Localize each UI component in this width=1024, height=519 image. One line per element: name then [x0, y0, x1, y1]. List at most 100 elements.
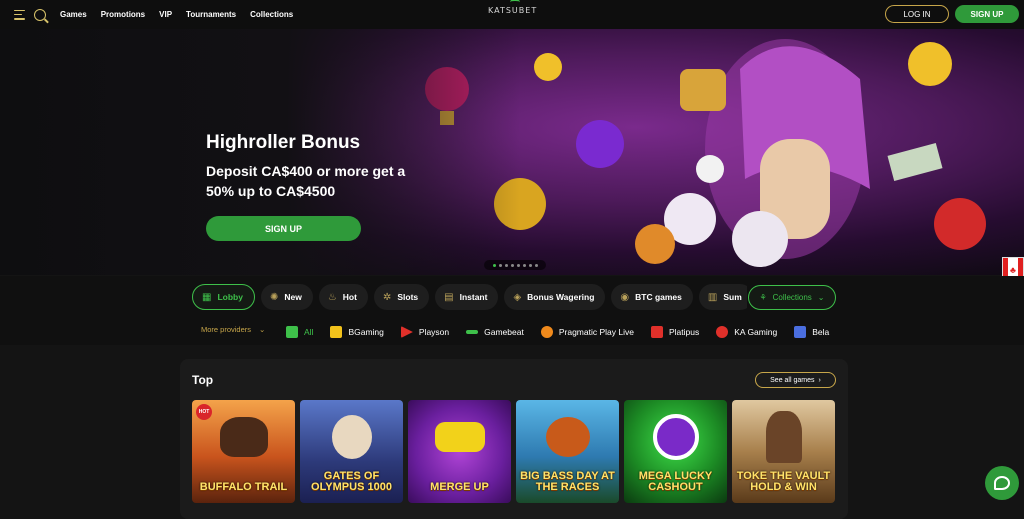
hero-subtitle: Deposit CA$400 or more get a 50% up to C…: [206, 163, 406, 199]
nav-tournaments[interactable]: Tournaments: [186, 10, 236, 19]
slider-dot[interactable]: [492, 263, 496, 267]
tab-label: Instant: [459, 292, 488, 302]
more-providers-label: More providers: [201, 325, 252, 334]
tab-label: Bonus Wagering: [527, 292, 595, 302]
provider-all[interactable]: All: [286, 326, 313, 338]
gamebeat-logo-icon: [466, 330, 479, 334]
tab-label: BTC games: [635, 292, 682, 302]
see-all-games-button[interactable]: See all games ›: [755, 372, 836, 388]
hero-banner[interactable]: Highroller Bonus Deposit CA$400 or more …: [0, 29, 1024, 275]
game-card[interactable]: HOT BUFFALO TRAIL: [192, 400, 295, 503]
game-title: BUFFALO TRAIL: [199, 481, 288, 493]
collections-dropdown[interactable]: ⚘ Collections ⌄: [748, 285, 836, 310]
tab-hot[interactable]: ♨ Hot: [318, 284, 368, 310]
tab-instant[interactable]: ▤ Instant: [435, 284, 499, 310]
provider-label: Bela: [812, 327, 830, 337]
see-all-label: See all games: [770, 376, 815, 384]
slider-dot[interactable]: [504, 263, 508, 267]
nav-games[interactable]: Games: [60, 10, 87, 19]
more-providers-dropdown[interactable]: More providers ⌄: [201, 325, 265, 334]
main-nav: Games Promotions VIP Tournaments Collect…: [60, 10, 293, 19]
category-bar: ▦ Lobby ✺ New ♨ Hot ✲ Slots ▤ Instant ◈ Bonus …: [0, 276, 1024, 320]
flame-icon: ♨: [327, 291, 337, 303]
provider-label: Pragmatic Play Live: [558, 327, 634, 337]
menu-icon[interactable]: [14, 9, 25, 20]
tab-btc-games[interactable]: ◉ BTC games: [611, 284, 693, 310]
collections-label: Collections: [772, 293, 812, 302]
tab-new[interactable]: ✺ New: [260, 284, 313, 310]
nav-promotions[interactable]: Promotions: [101, 10, 145, 19]
tab-label: Slots: [397, 292, 419, 302]
nav-vip[interactable]: VIP: [159, 10, 172, 19]
game-title: MEGA LUCKY CASHOUT: [638, 470, 713, 493]
chat-icon[interactable]: [985, 466, 1019, 500]
bela-logo-icon: [794, 326, 807, 338]
game-card[interactable]: MEGA LUCKY CASHOUT: [624, 400, 727, 503]
game-title: BIG BASS DAY AT THE RACES: [520, 470, 615, 493]
tab-lobby[interactable]: ▦ Lobby: [192, 284, 255, 310]
provider-pragmatic-play-live[interactable]: Pragmatic Play Live: [540, 326, 634, 338]
tab-label: Hot: [342, 292, 357, 302]
slider-dot[interactable]: [528, 263, 532, 267]
site-logo[interactable]: KATSUBET: [488, 0, 537, 15]
provider-bar: More providers ⌄ All BGaming Playson Game…: [0, 320, 1024, 345]
cowboy-icon: [765, 411, 802, 464]
instant-icon: ▤: [444, 291, 454, 303]
tab-label: Lobby: [217, 292, 243, 302]
tab-label: New: [284, 292, 302, 302]
game-title: GATES OF OLYMPUS 1000: [311, 470, 392, 493]
game-card[interactable]: GATES OF OLYMPUS 1000: [300, 400, 403, 503]
game-card[interactable]: TOKE THE VAULT HOLD & WIN: [732, 400, 835, 503]
chevron-down-icon: ⌄: [817, 293, 825, 302]
nav-collections[interactable]: Collections: [250, 10, 293, 19]
provider-bgaming[interactable]: BGaming: [330, 326, 384, 338]
provider-list: All BGaming Playson Gamebeat Pragmatic P…: [286, 322, 836, 342]
provider-label: Playson: [418, 327, 450, 337]
login-button[interactable]: LOG IN: [885, 5, 949, 23]
chevron-down-icon: ⌄: [259, 325, 266, 334]
game-title: MERGE UP: [430, 481, 489, 493]
provider-bela[interactable]: Bela: [794, 326, 829, 338]
game-card[interactable]: MERGE UP: [408, 400, 511, 503]
slider-dot[interactable]: [522, 263, 526, 267]
collections-icon: ⚘: [759, 293, 767, 302]
games-row: HOT BUFFALO TRAIL GATES OF OLYMPUS 1000 …: [192, 400, 835, 503]
provider-gamebeat[interactable]: Gamebeat: [466, 327, 524, 337]
provider-label: KA Gaming: [734, 327, 778, 337]
search-icon[interactable]: [34, 8, 46, 21]
provider-label: Platipus: [668, 327, 700, 337]
bgaming-logo-icon: [330, 326, 343, 338]
playson-logo-icon: [400, 326, 413, 338]
game-card[interactable]: BIG BASS DAY AT THE RACES: [516, 400, 619, 503]
section-title: Top: [192, 373, 214, 387]
horse-icon: [545, 417, 590, 458]
slider-dot[interactable]: [510, 263, 514, 267]
tab-slots[interactable]: ✲ Slots: [373, 284, 430, 310]
lobby-icon: ▦: [202, 291, 212, 303]
zeus-icon: [331, 415, 372, 460]
platipus-logo-icon: [650, 326, 663, 338]
provider-playson[interactable]: Playson: [400, 326, 450, 338]
grid-icon: [286, 326, 298, 338]
chip-icon: [652, 414, 699, 461]
ka-gaming-logo-icon: [716, 326, 729, 338]
btc-icon: ◉: [620, 291, 630, 303]
new-icon: ✺: [269, 291, 279, 303]
signup-button[interactable]: SIGN UP: [955, 5, 1019, 23]
tab-bonus-wagering[interactable]: ◈ Bonus Wagering: [504, 284, 606, 310]
hero-signup-button[interactable]: SIGN UP: [206, 216, 361, 241]
hot-badge: HOT: [196, 404, 212, 420]
slider-dot[interactable]: [534, 263, 538, 267]
provider-platipus[interactable]: Platipus: [650, 326, 700, 338]
provider-label: Gamebeat: [484, 327, 524, 337]
slider-dot[interactable]: [498, 263, 502, 267]
category-tabs: ▦ Lobby ✺ New ♨ Hot ✲ Slots ▤ Instant ◈ Bonus …: [192, 284, 747, 310]
hero-title: Highroller Bonus: [206, 132, 361, 153]
provider-ka-gaming[interactable]: KA Gaming: [716, 326, 777, 338]
pragmatic-logo-icon: [540, 326, 553, 338]
tab-summer[interactable]: ▥ Sum: [698, 284, 747, 310]
provider-label: All: [304, 327, 314, 337]
summer-icon: ▥: [707, 291, 718, 303]
slider-dot[interactable]: [516, 263, 520, 267]
tab-label: Sum: [723, 292, 742, 302]
